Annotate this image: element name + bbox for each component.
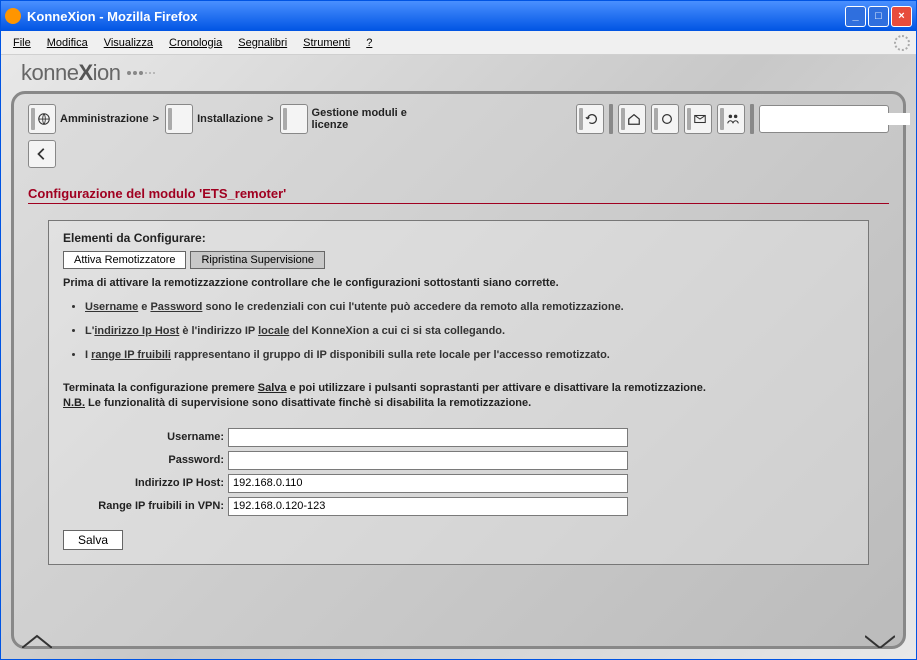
search-box[interactable] <box>759 105 889 133</box>
globe-icon <box>28 104 56 134</box>
blank-icon <box>280 104 308 134</box>
menu-view[interactable]: Visualizza <box>98 35 159 51</box>
bullet-iphost: L'indirizzo Ip Host è l'indirizzo IP loc… <box>85 325 854 337</box>
intro-text: Prima di attivare la remotizzazzione con… <box>63 277 854 289</box>
row-range: Range IP fruibili in VPN: <box>63 497 854 516</box>
password-input[interactable] <box>228 451 628 470</box>
row-username: Username: <box>63 428 854 447</box>
separator <box>750 104 754 134</box>
search-input[interactable] <box>760 113 910 125</box>
mail-icon[interactable] <box>684 104 712 134</box>
config-box: Elementi da Configurare: Attiva Remotizz… <box>48 220 869 565</box>
username-label: Username: <box>63 431 228 443</box>
window: KonneXion - Mozilla Firefox _ □ × File M… <box>0 0 917 660</box>
tab-activate-remoter[interactable]: Attiva Remotizzatore <box>63 251 186 269</box>
page-loading-icon <box>894 35 910 51</box>
iphost-input[interactable] <box>228 474 628 493</box>
bullet-range: I range IP fruibili rappresentano il gru… <box>85 349 854 361</box>
range-label: Range IP fruibili in VPN: <box>63 500 228 512</box>
range-input[interactable] <box>228 497 628 516</box>
save-button[interactable]: Salva <box>63 530 123 550</box>
breadcrumb-toolbar: Amministrazione > Installazione > Gestio… <box>28 104 889 134</box>
separator <box>609 104 613 134</box>
menu-edit[interactable]: Modifica <box>41 35 94 51</box>
menu-help[interactable]: ? <box>360 35 378 51</box>
tab-buttons: Attiva Remotizzatore Ripristina Supervis… <box>63 251 854 269</box>
menu-history[interactable]: Cronologia <box>163 35 228 51</box>
firefox-icon <box>5 8 21 24</box>
toolbar-right <box>576 104 889 134</box>
config-title: Elementi da Configurare: <box>63 231 854 245</box>
refresh-icon[interactable] <box>576 104 604 134</box>
content-area: konneXion Amministrazione > Installazion… <box>1 55 916 659</box>
brand-logo: konneXion <box>1 55 916 91</box>
blank-icon <box>165 104 193 134</box>
config-heading: Configurazione del modulo 'ETS_remoter' <box>28 186 889 204</box>
back-row <box>28 140 889 168</box>
maximize-button[interactable]: □ <box>868 6 889 27</box>
back-button[interactable] <box>28 140 56 168</box>
note-text: Terminata la configurazione premere Salv… <box>63 381 854 412</box>
close-button[interactable]: × <box>891 6 912 27</box>
password-label: Password: <box>63 454 228 466</box>
panel-corners <box>22 634 895 648</box>
tab-restore-supervision[interactable]: Ripristina Supervisione <box>190 251 325 269</box>
breadcrumb-admin[interactable]: Amministrazione > <box>28 104 159 134</box>
menubar: File Modifica Visualizza Cronologia Segn… <box>1 31 916 55</box>
main-panel: Amministrazione > Installazione > Gestio… <box>11 91 906 649</box>
breadcrumb-modules[interactable]: Gestione moduli e licenze <box>280 104 432 134</box>
breadcrumb-install[interactable]: Installazione > <box>165 104 273 134</box>
username-input[interactable] <box>228 428 628 447</box>
titlebar: KonneXion - Mozilla Firefox _ □ × <box>1 1 916 31</box>
config-form: Username: Password: Indirizzo IP Host: R… <box>63 428 854 550</box>
row-iphost: Indirizzo IP Host: <box>63 474 854 493</box>
home-icon[interactable] <box>618 104 646 134</box>
bullet-list: Username e Password sono le credenziali … <box>63 301 854 361</box>
world-icon[interactable] <box>651 104 679 134</box>
minimize-button[interactable]: _ <box>845 6 866 27</box>
row-password: Password: <box>63 451 854 470</box>
menu-bookmarks[interactable]: Segnalibri <box>232 35 293 51</box>
users-icon[interactable] <box>717 104 745 134</box>
chevron-left-icon <box>35 147 49 161</box>
menu-tools[interactable]: Strumenti <box>297 35 356 51</box>
window-title: KonneXion - Mozilla Firefox <box>27 9 845 24</box>
iphost-label: Indirizzo IP Host: <box>63 477 228 489</box>
bullet-credentials: Username e Password sono le credenziali … <box>85 301 854 313</box>
window-buttons: _ □ × <box>845 6 912 27</box>
menu-file[interactable]: File <box>7 35 37 51</box>
brand-dots-icon <box>127 71 155 75</box>
